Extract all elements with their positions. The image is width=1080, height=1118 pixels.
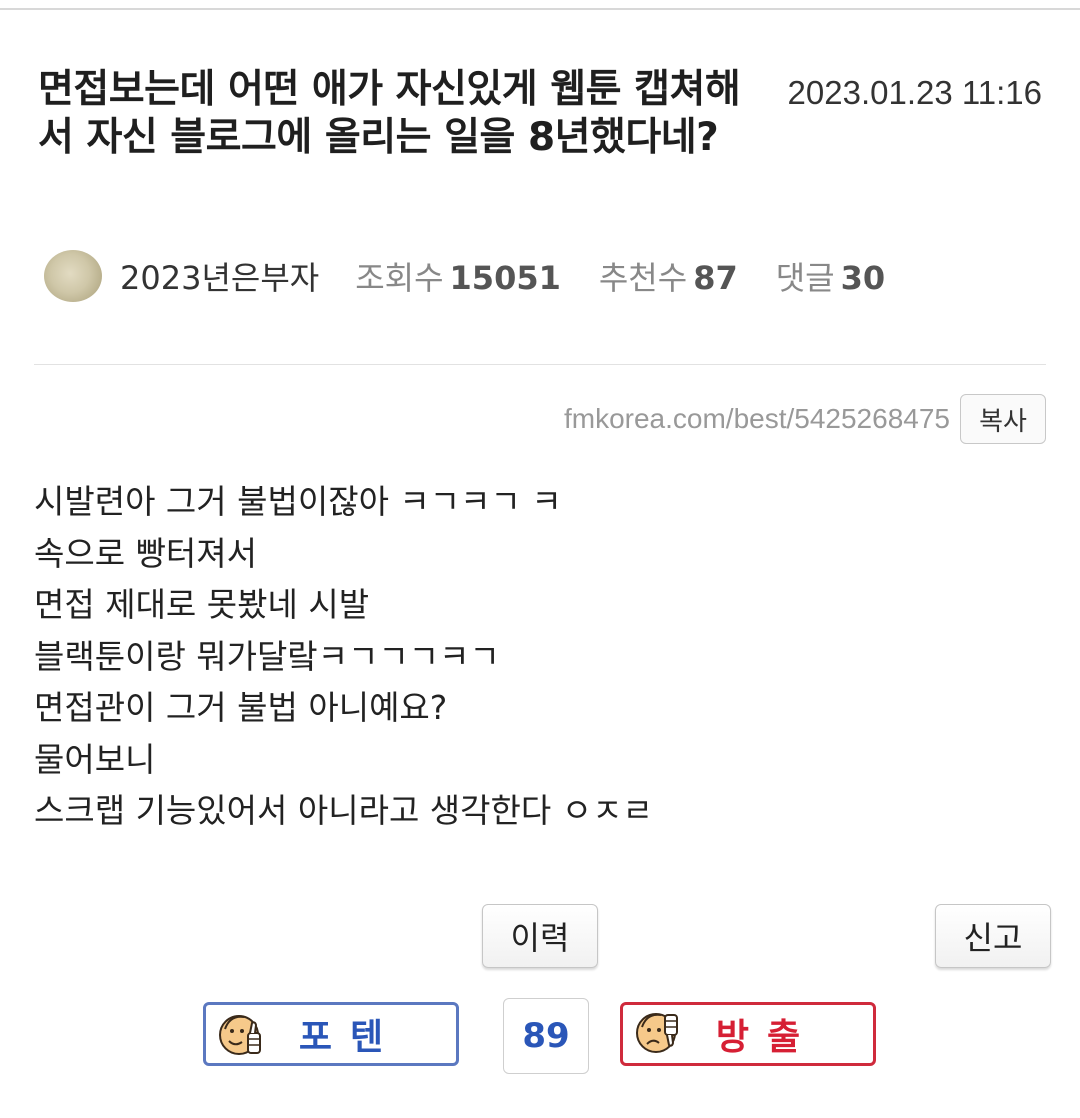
vote-score: 89 — [503, 998, 589, 1074]
recommend-count: 추천수 87 — [599, 253, 738, 299]
post-title: 면접보는데 어떤 애가 자신있게 웹툰 캡쳐해서 자신 블로그에 올리는 일을 … — [38, 67, 741, 160]
view-count: 조회수 15051 — [355, 253, 561, 299]
comment-count[interactable]: 댓글 30 — [776, 253, 885, 299]
body-line: 속으로 빵터져서 — [34, 533, 258, 573]
view-count-value: 15051 — [449, 259, 561, 297]
body-line: 시발련아 그거 불법이잖아 ㅋㄱㅋㄱ ㅋ — [34, 482, 562, 521]
downvote-button[interactable]: 방출 — [620, 1002, 876, 1066]
upvote-label: 포텐 — [298, 1017, 402, 1058]
body-line: 면접관이 그거 불법 아니예요? — [34, 688, 448, 727]
comment-count-value: 30 — [840, 259, 886, 297]
post-date: 2023.01.23 11:16 — [787, 74, 1042, 111]
header-divider — [34, 364, 1046, 365]
body-line: 물어보니 — [34, 739, 156, 779]
post-url: fmkorea.com/best/5425268475 — [563, 403, 950, 434]
body-line: 면접 제대로 못봤네 시발 — [34, 585, 370, 624]
thumbs-down-face-icon — [636, 1013, 678, 1053]
view-count-label: 조회수 — [355, 259, 444, 297]
upvote-button[interactable]: 포텐 — [203, 1002, 459, 1066]
downvote-label: 방출 — [715, 1017, 819, 1058]
thumbs-up-face-icon — [219, 1015, 261, 1055]
post-meta: 2023년은부자 조회수 15051 추천수 87 댓글 30 — [44, 248, 923, 304]
report-button[interactable]: 신고 — [935, 904, 1051, 968]
author-name[interactable]: 2023년은부자 — [120, 253, 319, 299]
recommend-count-label: 추천수 — [598, 259, 688, 297]
post-body: 시발련아 그거 불법이잖아 ㅋㄱㅋㄱ ㅋ 속으로 빵터져서 면접 제대로 못봤네… — [34, 476, 653, 837]
recommend-count-value: 87 — [693, 259, 738, 297]
body-line: 블랙툰이랑 뭐가달랔ㅋㄱㄱㄱㅋㄱ — [34, 636, 500, 676]
top-divider — [0, 8, 1080, 10]
post-link-row: fmkorea.com/best/5425268475 복사 — [564, 394, 1046, 444]
copy-url-button[interactable]: 복사 — [960, 394, 1046, 444]
body-line: 스크랩 기능있어서 아니라고 생각한다 ㅇㅈㄹ — [34, 791, 653, 830]
history-button[interactable]: 이력 — [482, 904, 598, 968]
comment-count-label: 댓글 — [775, 259, 835, 297]
avatar[interactable] — [44, 250, 102, 302]
